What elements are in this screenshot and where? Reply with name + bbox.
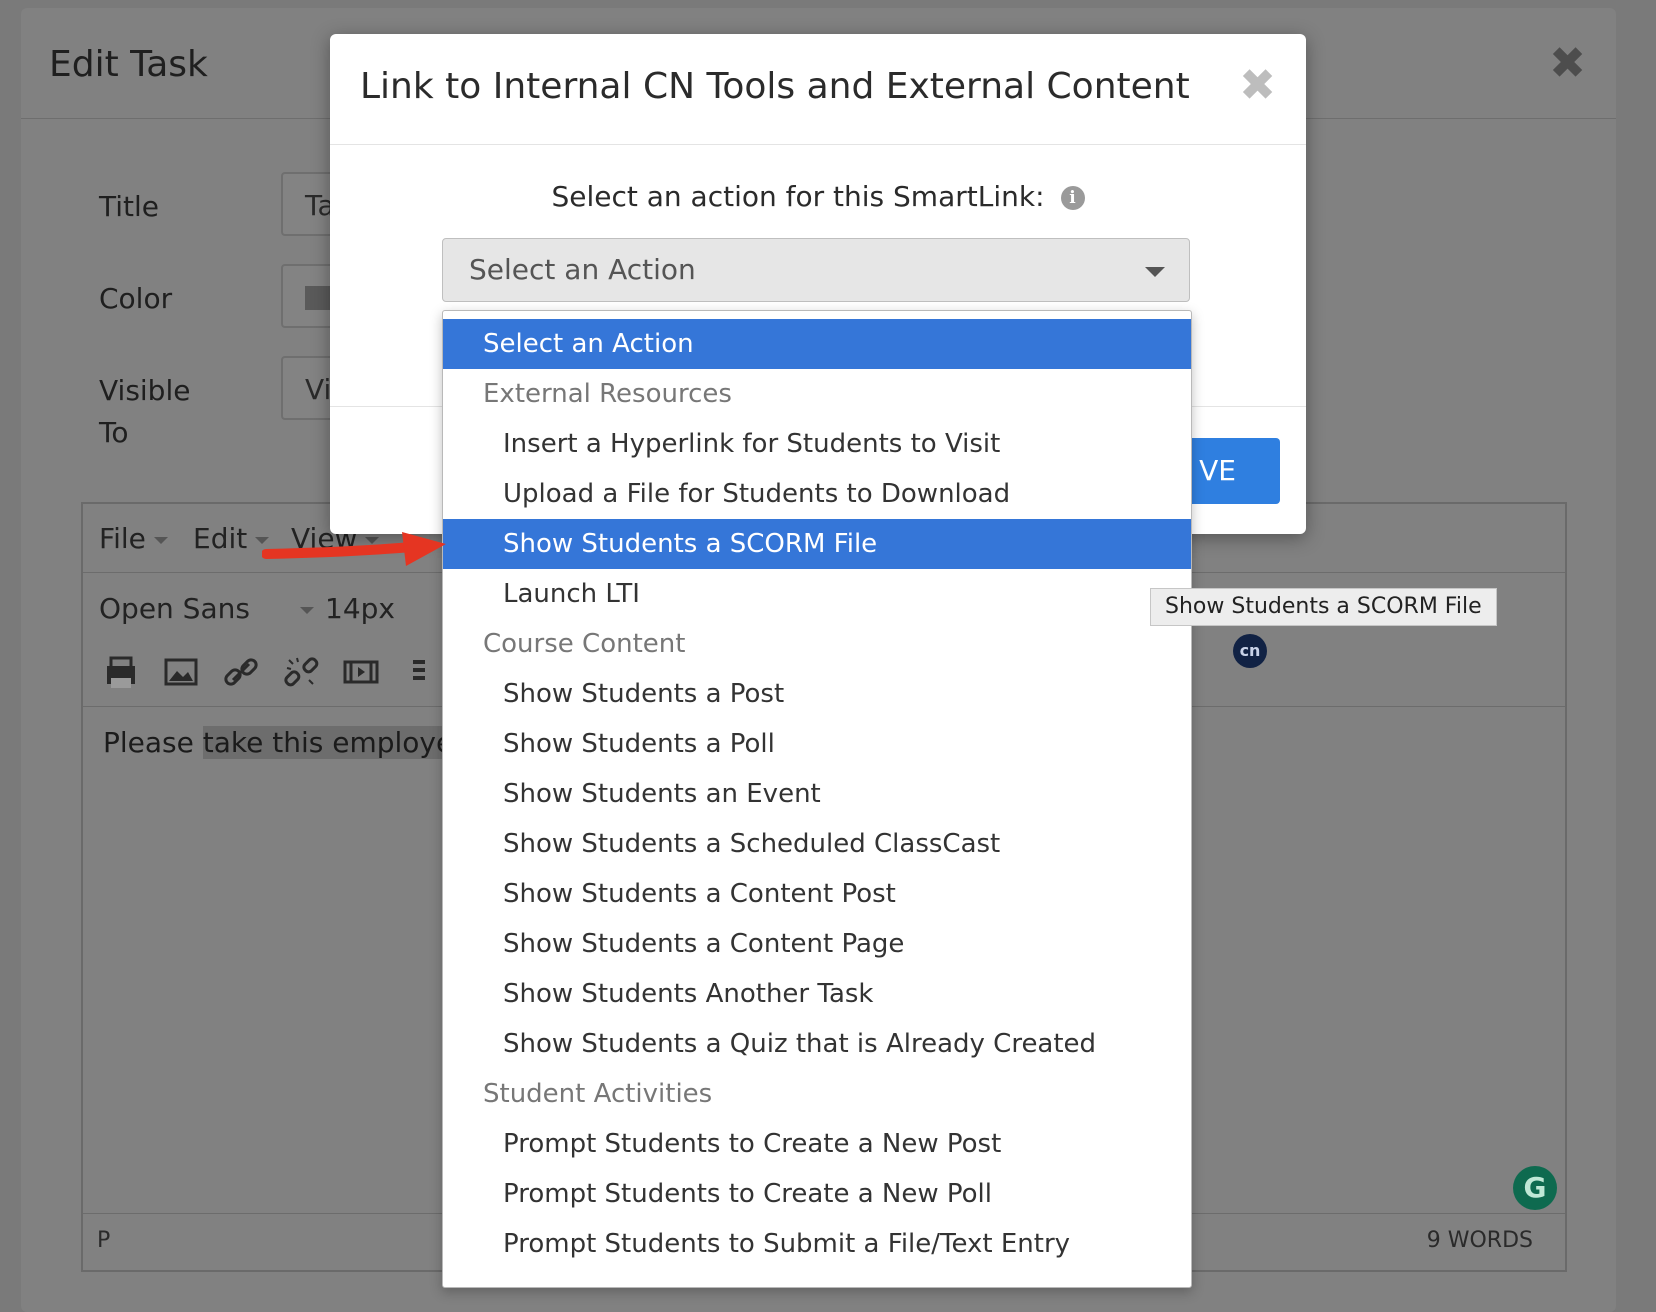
print-icon[interactable]: [99, 650, 143, 694]
cn-smartlink-icon[interactable]: cn: [1233, 634, 1267, 668]
tooltip: Show Students a SCORM File: [1150, 588, 1497, 626]
action-dropdown-list: Select an Action External Resources Insert…: [442, 310, 1192, 1288]
action-prompt: Select an action for this SmartLink: i: [330, 180, 1306, 213]
option-show-students-another-task[interactable]: Show Students Another Task: [443, 969, 1191, 1019]
editor-content[interactable]: Please take this employee: [103, 726, 471, 759]
unlink-icon[interactable]: [279, 650, 323, 694]
option-show-students-an-event[interactable]: Show Students an Event: [443, 769, 1191, 819]
option-insert-a-hyperlink-for-students-to-visit[interactable]: Insert a Hyperlink for Students to Visit: [443, 419, 1191, 469]
option-show-students-a-scheduled-classcast[interactable]: Show Students a Scheduled ClassCast: [443, 819, 1191, 869]
option-launch-lti[interactable]: Launch LTI: [443, 569, 1191, 619]
action-prompt-text: Select an action for this SmartLink:: [551, 180, 1045, 213]
smartlink-dialog-title: Link to Internal CN Tools and External C…: [360, 66, 1190, 107]
menu-edit-label: Edit: [193, 522, 248, 555]
chevron-down-icon: [153, 536, 168, 544]
close-icon[interactable]: ✖: [1239, 60, 1276, 111]
element-path: P: [97, 1228, 111, 1253]
action-select-value: Select an Action: [469, 253, 696, 286]
action-select[interactable]: Select an Action: [442, 238, 1190, 302]
body-text: Please: [103, 726, 203, 759]
option-show-students-a-poll[interactable]: Show Students a Poll: [443, 719, 1191, 769]
menu-edit[interactable]: Edit: [193, 522, 270, 555]
option-prompt-students-to-create-a-new-post[interactable]: Prompt Students to Create a New Post: [443, 1119, 1191, 1169]
color-label: Color: [99, 282, 173, 315]
option-group-external-resources: External Resources: [483, 379, 732, 409]
option-show-students-a-quiz-that-is-already-created[interactable]: Show Students a Quiz that is Already Cre…: [443, 1019, 1191, 1069]
grammarly-icon[interactable]: G: [1513, 1166, 1557, 1210]
option-select-an-action[interactable]: Select an Action: [443, 319, 1191, 369]
visible-label-line2: To: [99, 416, 129, 449]
chevron-down-icon: [299, 606, 314, 614]
option-show-students-a-content-post[interactable]: Show Students a Content Post: [443, 869, 1191, 919]
smartlink-dialog-header: Link to Internal CN Tools and External C…: [330, 34, 1306, 145]
chevron-down-icon: [1145, 267, 1165, 277]
option-group-course-content: Course Content: [483, 629, 686, 659]
option-group-student-activities: Student Activities: [483, 1079, 713, 1109]
visible-to-label: Visible To: [99, 370, 190, 454]
option-upload-a-file-for-students-to-download[interactable]: Upload a File for Students to Download: [443, 469, 1191, 519]
option-show-students-a-post[interactable]: Show Students a Post: [443, 669, 1191, 719]
edit-task-close-icon[interactable]: ✖: [1549, 38, 1586, 89]
menu-file-label: File: [99, 522, 146, 555]
visible-label-line1: Visible: [99, 374, 191, 407]
link-icon[interactable]: [219, 650, 263, 694]
option-prompt-students-to-create-a-new-poll[interactable]: Prompt Students to Create a New Poll: [443, 1169, 1191, 1219]
menu-file[interactable]: File: [99, 522, 168, 555]
option-show-students-a-scorm-file[interactable]: Show Students a SCORM File: [443, 519, 1191, 569]
font-size-select[interactable]: 14px: [325, 592, 395, 625]
title-label: Title: [99, 190, 160, 223]
edit-task-title: Edit Task: [49, 44, 208, 85]
option-show-students-a-content-page[interactable]: Show Students a Content Page: [443, 919, 1191, 969]
info-icon[interactable]: i: [1060, 186, 1085, 210]
option-prompt-students-to-submit-a-file-text-entry[interactable]: Prompt Students to Submit a File/Text En…: [443, 1219, 1191, 1269]
font-family-value: Open Sans: [99, 592, 250, 625]
word-count: 9 WORDS: [1426, 1228, 1533, 1253]
media-icon[interactable]: [339, 650, 383, 694]
font-family-select[interactable]: Open Sans: [99, 592, 314, 625]
red-arrow-annotation: [262, 532, 446, 566]
image-icon[interactable]: [159, 650, 203, 694]
color-swatch: [305, 286, 333, 310]
body-text-selected: take this employee: [202, 726, 471, 759]
